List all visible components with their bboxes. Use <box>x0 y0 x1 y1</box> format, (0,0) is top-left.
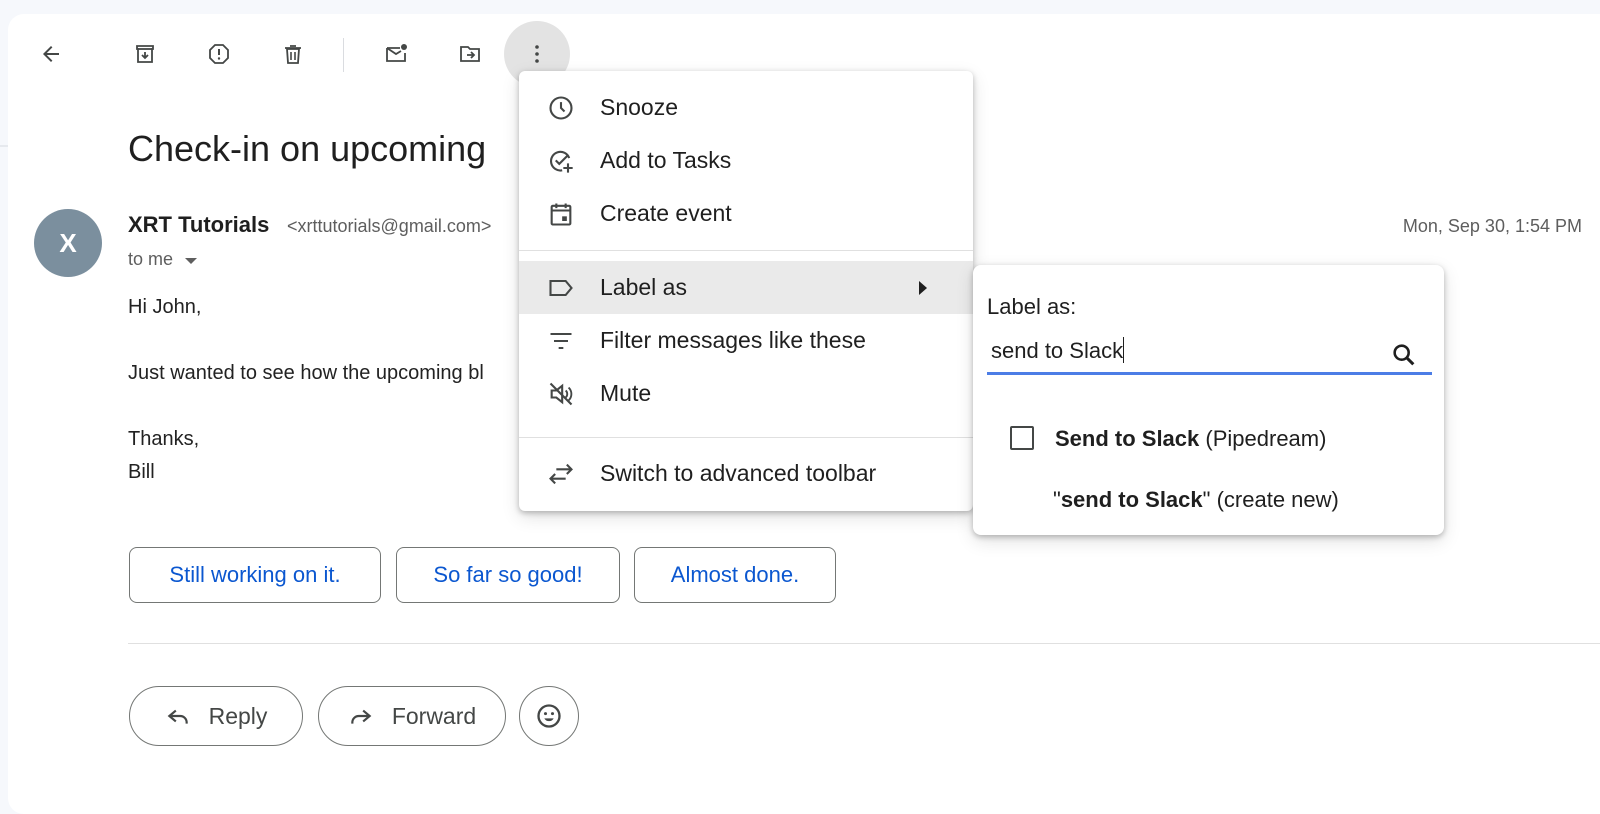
label-as-panel: Label as: send to Slack Send to Slack (P… <box>973 265 1444 535</box>
swap-arrows-icon <box>546 459 576 489</box>
back-arrow-icon <box>43 46 59 62</box>
menu-item-label-as[interactable]: Label as <box>519 261 973 314</box>
menu-item-filter[interactable]: Filter messages like these <box>519 314 973 367</box>
smart-reply-button[interactable]: So far so good! <box>396 547 620 603</box>
mute-icon <box>546 379 576 409</box>
move-to-icon <box>460 46 480 62</box>
email-date: Mon, Sep 30, 1:54 PM <box>1402 216 1582 236</box>
body-signature: Bill <box>128 461 155 483</box>
delete-icon <box>285 45 301 64</box>
forward-label: Forward <box>391 702 477 729</box>
submenu-arrow-icon <box>919 280 927 295</box>
body-greeting: Hi John, <box>128 296 202 318</box>
label-option-source: (Pipedream) <box>1199 426 1327 451</box>
report-spam-icon <box>209 44 229 64</box>
recipient-details[interactable]: to me <box>128 249 198 270</box>
menu-divider <box>519 250 973 251</box>
create-label-option[interactable]: "send to Slack" (create new) <box>1053 487 1339 513</box>
reply-icon <box>167 709 188 724</box>
body-line: Just wanted to see how the upcoming bl <box>128 362 484 384</box>
mark-unread-button[interactable] <box>376 34 416 74</box>
menu-item-label: Create event <box>600 200 732 226</box>
label-icon <box>546 273 576 303</box>
menu-item-label: Filter messages like these <box>600 327 866 353</box>
more-vertical-icon <box>535 45 539 63</box>
menu-item-switch-toolbar[interactable]: Switch to advanced toolbar <box>519 447 973 500</box>
text-cursor <box>1123 337 1125 363</box>
menu-item-label: Mute <box>600 380 652 406</box>
label-panel-title: Label as: <box>987 294 1077 319</box>
label-search-input[interactable]: send to Slack <box>987 333 1432 375</box>
quote-mark: " <box>1053 487 1061 512</box>
chevron-down-icon <box>185 257 198 264</box>
reply-label: Reply <box>208 702 268 729</box>
create-new-hint: " (create new) <box>1202 487 1339 512</box>
label-option-name: Send to Slack <box>1055 426 1200 451</box>
archive-icon <box>136 45 154 63</box>
search-icon <box>1393 344 1415 366</box>
label-option[interactable]: Send to Slack (Pipedream) <box>1055 426 1326 452</box>
emoji-reaction-button[interactable] <box>519 686 579 746</box>
menu-item-label: Switch to advanced toolbar <box>600 460 877 486</box>
menu-item-mute[interactable]: Mute <box>519 367 973 420</box>
reply-button[interactable]: Reply <box>129 686 303 746</box>
menu-item-add-to-tasks[interactable]: Add to Tasks <box>519 134 973 187</box>
menu-item-create-event[interactable]: Create event <box>519 187 973 240</box>
archive-button[interactable] <box>125 34 165 74</box>
menu-item-label: Add to Tasks <box>600 147 732 173</box>
smart-reply-button[interactable]: Still working on it. <box>129 547 381 603</box>
smart-reply-button[interactable]: Almost done. <box>634 547 836 603</box>
body-signoff: Thanks, <box>128 428 200 450</box>
sender-name[interactable]: XRT Tutorials <box>128 212 269 238</box>
back-button[interactable] <box>31 34 71 74</box>
move-to-button[interactable] <box>450 34 490 74</box>
new-label-name: send to Slack <box>1060 487 1203 512</box>
calendar-icon <box>546 199 576 229</box>
menu-divider <box>519 437 973 438</box>
divider <box>128 643 1600 644</box>
menu-item-snooze[interactable]: Snooze <box>519 81 973 134</box>
add-task-icon <box>546 146 576 176</box>
smiley-icon <box>537 704 561 728</box>
avatar[interactable]: X <box>34 209 102 277</box>
report-spam-button[interactable] <box>199 34 239 74</box>
toolbar-divider <box>343 38 344 72</box>
label-search-text: send to Slack <box>991 338 1124 363</box>
filter-icon <box>546 326 576 356</box>
menu-item-label: Label as <box>600 274 687 300</box>
forward-icon <box>351 709 372 724</box>
more-options-menu: Snooze Add to Tasks Create event Label a… <box>519 71 973 511</box>
sender-email: <xrttutorials@gmail.com> <box>287 216 492 236</box>
menu-item-label: Snooze <box>600 94 679 120</box>
delete-button[interactable] <box>273 34 313 74</box>
forward-button[interactable]: Forward <box>318 686 506 746</box>
email-subject: Check-in on upcoming <box>128 128 487 169</box>
mark-unread-icon <box>386 44 407 62</box>
recipient-label: to me <box>128 249 174 269</box>
label-checkbox[interactable] <box>1010 426 1034 450</box>
divider <box>0 145 8 147</box>
clock-icon <box>546 93 576 123</box>
label-search-value: send to Slack <box>991 337 1125 364</box>
